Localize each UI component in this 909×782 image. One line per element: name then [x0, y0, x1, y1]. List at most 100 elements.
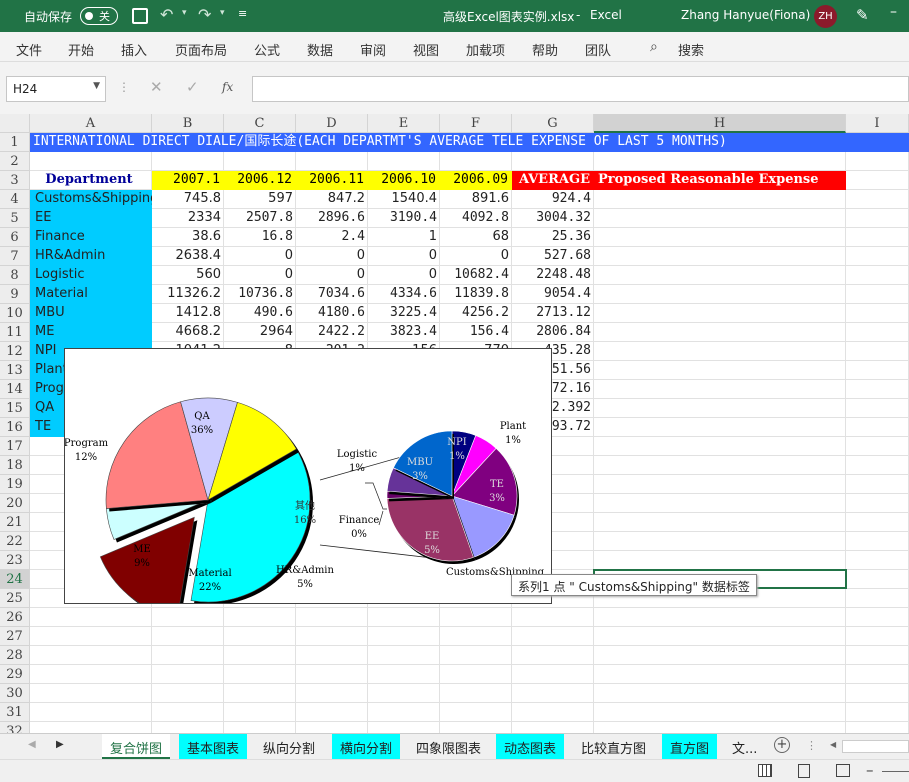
sheet-tab-compare-histogram[interactable]: 比较直方图 — [573, 734, 654, 759]
column-header-f[interactable]: F — [440, 114, 512, 133]
save-icon[interactable] — [132, 8, 148, 24]
value-cell[interactable]: 3190.4 — [368, 209, 440, 228]
value-cell[interactable]: 4256.2 — [440, 304, 512, 323]
tabs-splitter-icon[interactable]: ⋮ — [806, 739, 817, 752]
row-header-16[interactable]: 16 — [0, 418, 30, 437]
value-cell[interactable]: 2896.6 — [296, 209, 368, 228]
tab-file[interactable]: 文件 — [16, 40, 42, 59]
tab-insert[interactable]: 插入 — [121, 40, 147, 59]
value-cell[interactable]: 891.6 — [440, 190, 512, 209]
insert-function-icon[interactable]: fx — [222, 80, 233, 94]
page-layout-view-icon[interactable] — [798, 764, 810, 778]
search-icon[interactable]: ⌕ — [650, 39, 658, 55]
tab-review[interactable]: 审阅 — [360, 40, 386, 59]
row-header-12[interactable]: 12 — [0, 342, 30, 361]
row-header-1[interactable]: 1 — [0, 133, 30, 152]
value-cell[interactable]: 560 — [152, 266, 224, 285]
row-header-9[interactable]: 9 — [0, 285, 30, 304]
redo-dropdown-icon[interactable]: ▾ — [220, 8, 225, 18]
tab-addins[interactable]: 加载项 — [466, 40, 505, 59]
value-cell[interactable]: 3225.4 — [368, 304, 440, 323]
row-header-25[interactable]: 25 — [0, 589, 30, 608]
value-cell[interactable]: 9054.4 — [512, 285, 594, 304]
value-cell[interactable]: 38.6 — [152, 228, 224, 247]
value-cell[interactable]: 10682.4 — [440, 266, 512, 285]
column-header-d[interactable]: D — [296, 114, 368, 133]
value-cell[interactable]: 3004.32 — [512, 209, 594, 228]
customize-qat-icon[interactable]: ≡ — [238, 7, 247, 20]
value-cell[interactable]: 2422.2 — [296, 323, 368, 342]
enter-icon[interactable]: ✓ — [186, 78, 199, 96]
tab-formulas[interactable]: 公式 — [254, 40, 280, 59]
value-cell[interactable]: 16.8 — [224, 228, 296, 247]
row-header-22[interactable]: 22 — [0, 532, 30, 551]
row-header-18[interactable]: 18 — [0, 456, 30, 475]
sheet-tab-histogram[interactable]: 直方图 — [662, 734, 718, 759]
value-cell[interactable]: 0 — [296, 266, 368, 285]
row-header-14[interactable]: 14 — [0, 380, 30, 399]
zoom-out-icon[interactable]: – — [866, 761, 874, 779]
column-header-g[interactable]: G — [512, 114, 594, 133]
value-cell[interactable]: 68 — [440, 228, 512, 247]
row-header-11[interactable]: 11 — [0, 323, 30, 342]
undo-dropdown-icon[interactable]: ▾ — [182, 8, 187, 18]
sheet-tab-quadrant[interactable]: 四象限图表 — [408, 734, 489, 759]
row-header-17[interactable]: 17 — [0, 437, 30, 456]
value-cell[interactable]: 1 — [368, 228, 440, 247]
tab-home[interactable]: 开始 — [68, 40, 94, 59]
column-header-i[interactable]: I — [846, 114, 909, 133]
row-header-29[interactable]: 29 — [0, 665, 30, 684]
value-cell[interactable]: 924.4 — [512, 190, 594, 209]
row-header-7[interactable]: 7 — [0, 247, 30, 266]
value-cell[interactable]: 0 — [224, 266, 296, 285]
search-label[interactable]: 搜索 — [678, 40, 704, 59]
value-cell[interactable]: 2507.8 — [224, 209, 296, 228]
column-header-h[interactable]: H — [594, 114, 846, 133]
undo-icon[interactable]: ↶ — [160, 5, 173, 24]
column-header-a[interactable]: A — [30, 114, 152, 133]
value-cell[interactable]: 527.68 — [512, 247, 594, 266]
value-cell[interactable]: 4668.2 — [152, 323, 224, 342]
department-cell[interactable]: Material — [30, 285, 152, 304]
pen-icon[interactable]: ✎ — [856, 6, 869, 24]
value-cell[interactable]: 0 — [368, 266, 440, 285]
row-header-5[interactable]: 5 — [0, 209, 30, 228]
formula-input[interactable] — [252, 76, 909, 102]
row-header-21[interactable]: 21 — [0, 513, 30, 532]
row-header-26[interactable]: 26 — [0, 608, 30, 627]
scroll-right-icon[interactable]: ▶ — [56, 739, 64, 750]
sheet-tab-combo-pie[interactable]: 复合饼图 — [102, 734, 171, 759]
value-cell[interactable]: 7034.6 — [296, 285, 368, 304]
department-cell[interactable]: Finance — [30, 228, 152, 247]
row-header-4[interactable]: 4 — [0, 190, 30, 209]
value-cell[interactable]: 0 — [296, 247, 368, 266]
value-cell[interactable]: 0 — [440, 247, 512, 266]
department-cell[interactable]: MBU — [30, 304, 152, 323]
row-header-8[interactable]: 8 — [0, 266, 30, 285]
value-cell[interactable]: 2806.84 — [512, 323, 594, 342]
sheet-tab-vertical-split[interactable]: 纵向分割 — [255, 734, 323, 759]
value-cell[interactable]: 4180.6 — [296, 304, 368, 323]
row-header-2[interactable]: 2 — [0, 152, 30, 171]
row-header-20[interactable]: 20 — [0, 494, 30, 513]
department-cell[interactable]: HR&Admin — [30, 247, 152, 266]
user-avatar[interactable]: ZH — [814, 5, 837, 28]
value-cell[interactable]: 11839.8 — [440, 285, 512, 304]
name-box[interactable]: H24 ▼ — [6, 76, 106, 102]
value-cell[interactable]: 4334.6 — [368, 285, 440, 304]
leader-line[interactable] — [378, 510, 384, 526]
value-cell[interactable]: 4092.8 — [440, 209, 512, 228]
hscroll-left-icon[interactable]: ◀ — [830, 740, 836, 749]
value-cell[interactable]: 1412.8 — [152, 304, 224, 323]
autosave-toggle[interactable]: 关 — [80, 7, 118, 25]
row-header-15[interactable]: 15 — [0, 399, 30, 418]
row-header-19[interactable]: 19 — [0, 475, 30, 494]
value-cell[interactable]: 2.4 — [296, 228, 368, 247]
department-cell[interactable]: Customs&Shipping — [30, 190, 152, 209]
row-header-6[interactable]: 6 — [0, 228, 30, 247]
chart-svg[interactable]: QA 36% 其他 16% HR&Admin 5% Material 22% ME 9% Progr… — [64, 349, 551, 621]
horizontal-scrollbar[interactable] — [842, 740, 909, 753]
value-cell[interactable]: 2638.4 — [152, 247, 224, 266]
add-sheet-icon[interactable]: + — [774, 737, 790, 753]
tab-view[interactable]: 视图 — [413, 40, 439, 59]
